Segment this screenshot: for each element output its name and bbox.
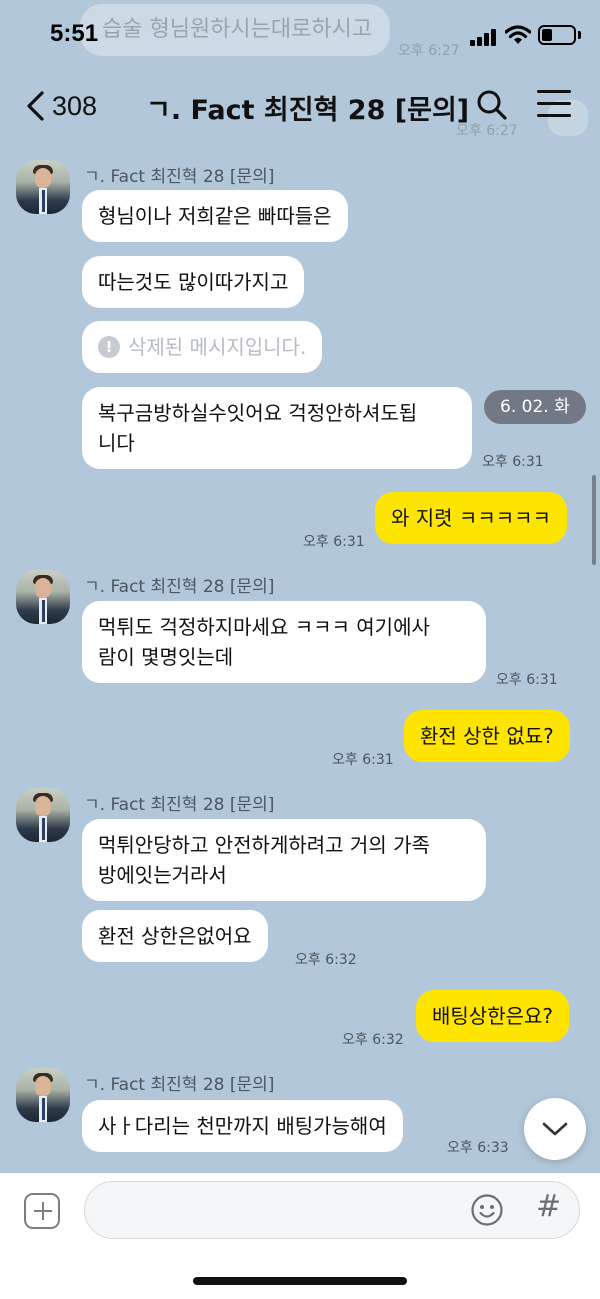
message-bubble-sent[interactable]: 배팅상한은요?: [416, 990, 570, 1042]
message-input[interactable]: [84, 1181, 580, 1239]
message-timestamp: 오후 6:32: [295, 952, 357, 968]
message-bubble-received[interactable]: 형님이나 저희같은 빠따들은: [82, 190, 348, 242]
message-timestamp: 오후 6:31: [303, 534, 365, 550]
deleted-message-text: 삭제된 메시지입니다.: [128, 335, 307, 359]
cellular-signal-icon: [470, 28, 498, 46]
message-bubble-received[interactable]: 따는것도 많이따가지고: [82, 256, 305, 308]
chevron-down-icon: [542, 1122, 568, 1136]
top-area: 습술 형님원하시는대로하시고 오후 6:27 오후 6:27 5:51 308 …: [0, 0, 600, 150]
avatar[interactable]: [16, 788, 70, 842]
unread-chat-count: 308: [52, 90, 98, 121]
home-indicator: [193, 1277, 407, 1285]
sender-name: ㄱ. Fact 최진혁 28 [문의]: [84, 1075, 275, 1095]
message-bubble-received[interactable]: 환전 상한은없어요: [82, 910, 268, 962]
smiley-icon[interactable]: [470, 1193, 504, 1227]
message-bubble-received[interactable]: 사ㅏ다리는 천만까지 배팅가능해여: [82, 1100, 403, 1152]
plus-square-icon[interactable]: [24, 1193, 60, 1229]
message-timestamp: 오후 6:31: [482, 454, 544, 470]
message-timestamp: 오후 6:32: [342, 1032, 404, 1048]
sender-name: ㄱ. Fact 최진혁 28 [문의]: [84, 167, 275, 187]
message-timestamp: 오후 6:31: [332, 752, 394, 768]
message-bubble-received[interactable]: 먹튀안당하고 안전하게하려고 거의 가족 방에잇는거라서: [82, 819, 486, 901]
exclamation-icon: !: [98, 336, 120, 358]
chevron-left-icon: [27, 91, 44, 121]
message-bubble-received[interactable]: 먹튀도 걱정하지마세요 ㅋㅋㅋ 여기에사 람이 몇명잇는데: [82, 601, 486, 683]
message-bubble-received[interactable]: 복구금방하실수잇어요 걱정안하셔도됩 니다: [82, 387, 472, 469]
hash-icon[interactable]: #: [536, 1189, 561, 1224]
avatar[interactable]: [16, 1068, 70, 1122]
message-bubble-sent[interactable]: 환전 상한 없됴?: [404, 710, 570, 762]
message-timestamp: 오후 6:33: [447, 1140, 509, 1156]
message-timestamp: 오후 6:31: [496, 672, 558, 688]
avatar[interactable]: [16, 570, 70, 624]
message-list[interactable]: ㄱ. Fact 최진혁 28 [문의] 형님이나 저희같은 빠따들은 따는것도 …: [0, 150, 600, 1173]
battery-icon: [538, 25, 576, 45]
hamburger-menu-icon[interactable]: [537, 90, 573, 120]
deleted-message-bubble[interactable]: ! 삭제된 메시지입니다.: [82, 321, 323, 373]
avatar[interactable]: [16, 160, 70, 214]
background-ghost-message: 습술 형님원하시는대로하시고: [80, 4, 390, 56]
search-icon[interactable]: [475, 88, 509, 122]
date-pill: 6. 02. 화: [484, 390, 586, 424]
sender-name: ㄱ. Fact 최진혁 28 [문의]: [84, 795, 275, 815]
sender-name: ㄱ. Fact 최진혁 28 [문의]: [84, 577, 275, 597]
background-ghost-time: 오후 6:27: [398, 43, 460, 59]
scroll-to-bottom-button[interactable]: [524, 1098, 586, 1160]
wifi-icon: [505, 25, 531, 44]
message-input-bar: #: [0, 1173, 600, 1299]
chat-room-title: ㄱ. Fact 최진혁 28 [문의]: [146, 95, 470, 126]
message-bubble-sent[interactable]: 와 지렷 ㅋㅋㅋㅋㅋ: [375, 492, 567, 544]
back-button[interactable]: 308: [24, 86, 97, 126]
status-bar-time: 5:51: [50, 20, 99, 47]
scrollbar[interactable]: [592, 475, 596, 565]
battery-cap: [578, 31, 581, 39]
